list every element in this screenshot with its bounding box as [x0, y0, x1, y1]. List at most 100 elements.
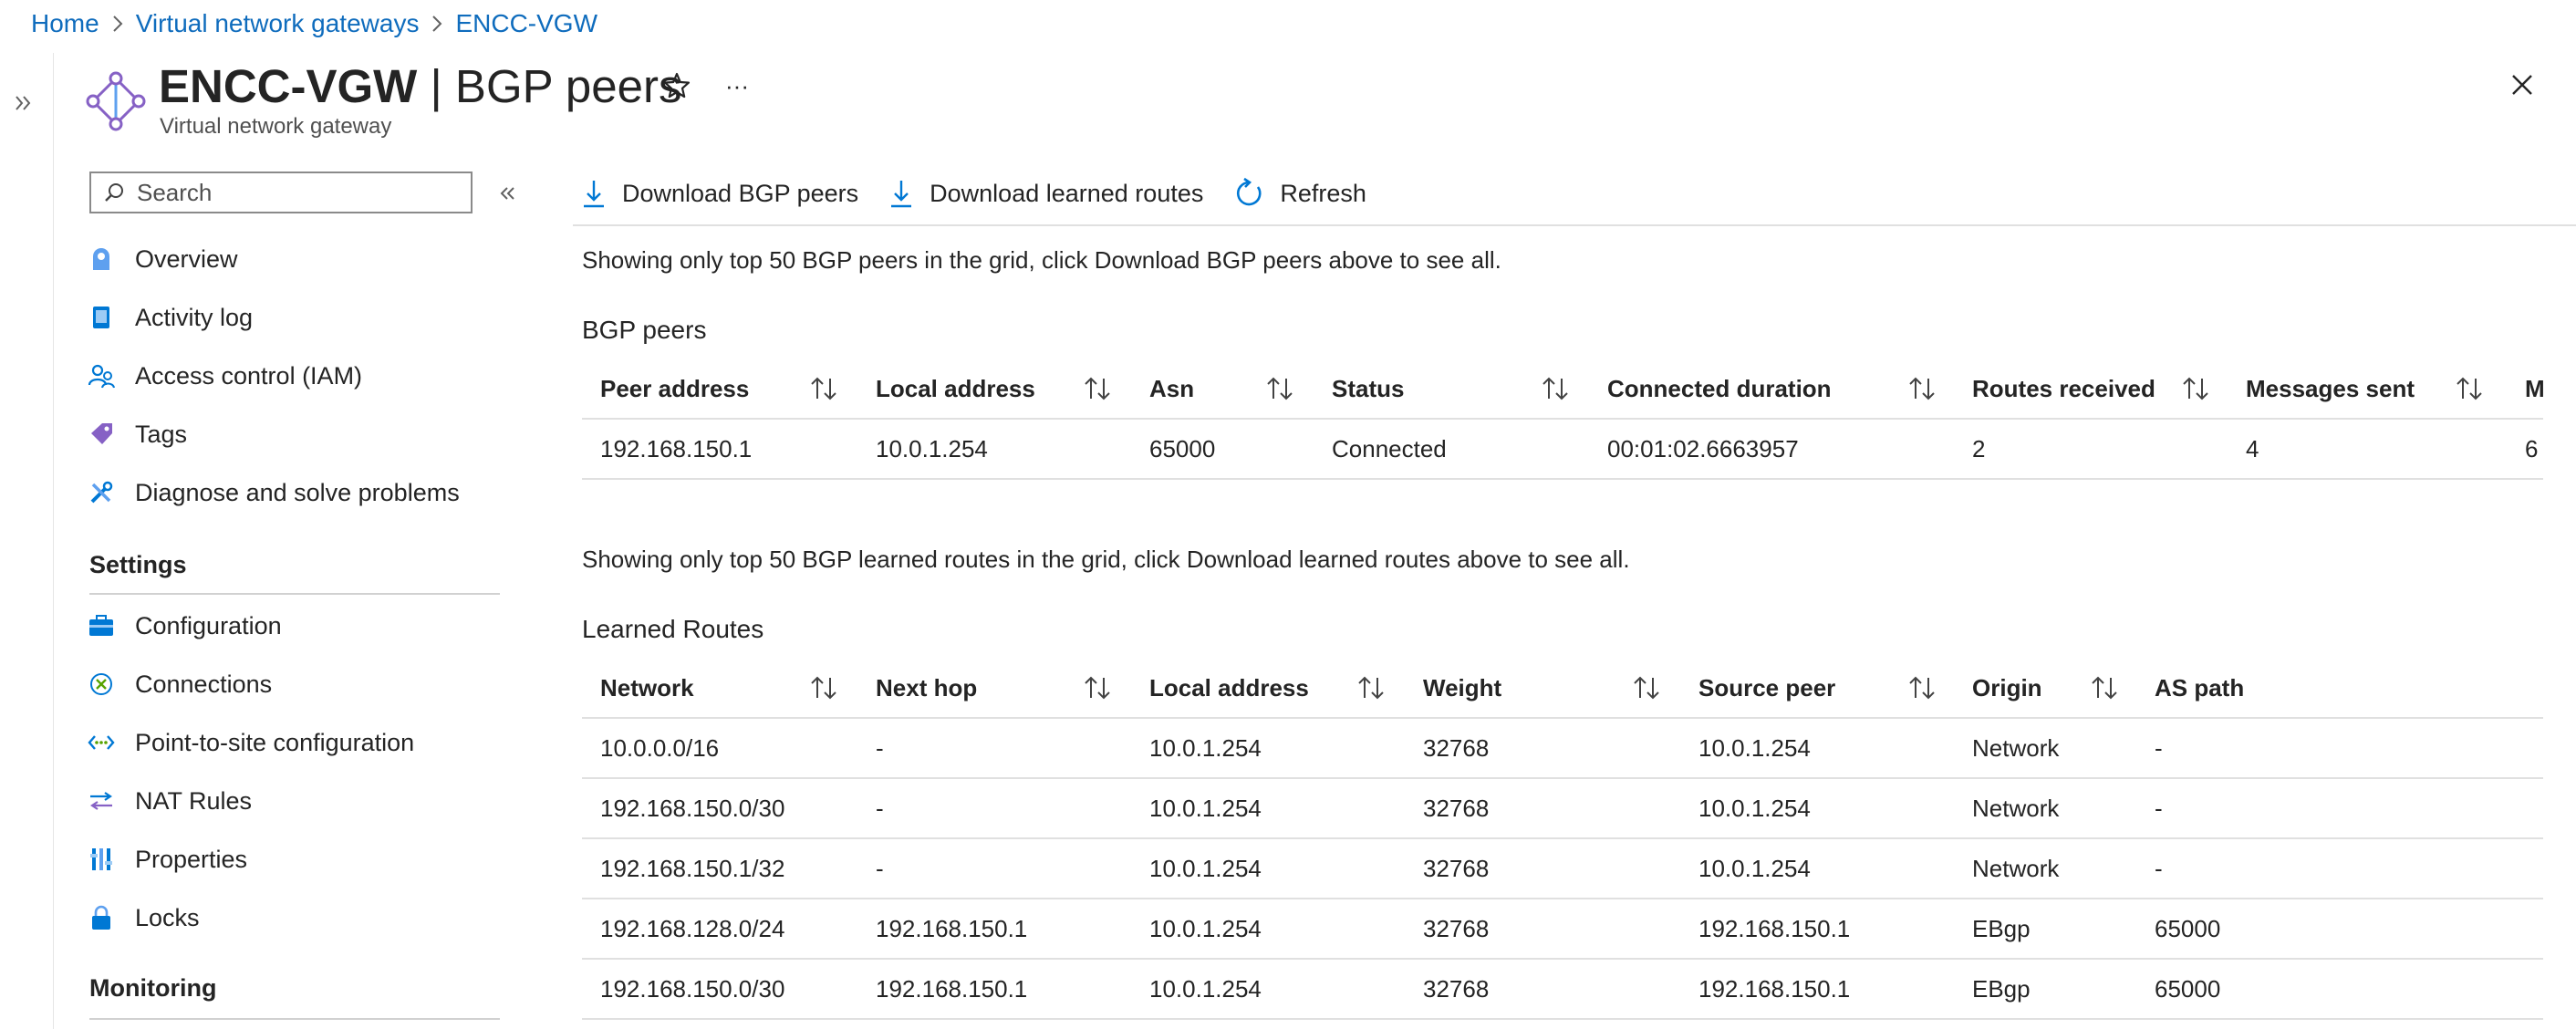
sort-icon[interactable]	[1540, 374, 1571, 403]
nav-item-tags[interactable]: Tags	[86, 409, 505, 460]
sort-icon[interactable]	[1082, 374, 1113, 403]
download-bgp-peers-button[interactable]: Download BGP peers	[580, 178, 858, 209]
sort-icon[interactable]	[2180, 374, 2211, 403]
refresh-label: Refresh	[1280, 179, 1366, 207]
nav-item-overview[interactable]: Overview	[86, 234, 505, 285]
breadcrumb-current[interactable]: ENCC-VGW	[455, 9, 597, 38]
column-header[interactable]: Source peer	[1680, 659, 1835, 717]
sort-icon[interactable]	[2454, 374, 2485, 403]
nav-item-locks[interactable]: Locks	[86, 892, 505, 943]
chevron-right-icon	[99, 10, 136, 37]
nav-item-label: Diagnose and solve problems	[135, 478, 460, 506]
more-options-icon[interactable]: ···	[721, 69, 753, 102]
sort-icon[interactable]	[808, 374, 839, 403]
table-row[interactable]: 10.0.0.0/16 - 10.0.1.254 32768 10.0.1.254 Net…	[582, 719, 2543, 779]
table-cell: 6	[2525, 435, 2539, 463]
p2s-icon	[86, 727, 117, 758]
table-cell: 32768	[1423, 975, 1490, 1003]
table-cell: Connected	[1332, 435, 1447, 463]
nat-icon	[86, 785, 117, 816]
nav-item-properties[interactable]: Properties	[86, 834, 505, 885]
sort-icon[interactable]	[1356, 673, 1387, 702]
refresh-button[interactable]: Refresh	[1232, 177, 1366, 210]
resource-name: ENCC-VGW	[159, 60, 418, 112]
nav-item-configuration[interactable]: Configuration	[86, 600, 505, 651]
sort-icon[interactable]	[1264, 374, 1295, 403]
nav-item-connections[interactable]: Connections	[86, 659, 505, 710]
title-separator: |	[417, 60, 455, 112]
nav-item-nat-rules[interactable]: NAT Rules	[86, 775, 505, 826]
table-cell: 10.0.1.254	[1698, 734, 1811, 762]
nav-item-diagnose[interactable]: Diagnose and solve problems	[86, 467, 505, 518]
sort-icon[interactable]	[1082, 673, 1113, 702]
table-cell: 32768	[1423, 734, 1490, 762]
search-icon	[105, 183, 123, 202]
table-row[interactable]: 192.168.150.0/30 - 10.0.1.254 32768 10.0.1.2…	[582, 779, 2543, 839]
table-cell: 32768	[1423, 915, 1490, 942]
nav-item-label: Point-to-site configuration	[135, 728, 415, 756]
column-header[interactable]: Me	[2507, 359, 2543, 418]
nav-search-box[interactable]	[89, 172, 473, 213]
wrench-icon	[86, 477, 117, 508]
table-cell: Network	[1972, 795, 2060, 822]
column-header[interactable]: Local address	[1131, 659, 1309, 717]
column-header[interactable]: Status	[1314, 359, 1404, 418]
download-learned-routes-button[interactable]: Download learned routes	[888, 178, 1203, 209]
table-row[interactable]: 192.168.150.0/30 192.168.150.1 10.0.1.254 3…	[582, 960, 2543, 1020]
table-cell: 192.168.150.0/30	[600, 795, 785, 822]
column-header[interactable]: Network	[582, 659, 694, 717]
column-header[interactable]: Weight	[1405, 659, 1501, 717]
download-learned-routes-label: Download learned routes	[930, 179, 1204, 207]
table-cell: -	[876, 795, 884, 822]
close-icon[interactable]	[2505, 68, 2540, 102]
table-cell: 65000	[2155, 975, 2221, 1003]
nav-item-iam[interactable]: Access control (IAM)	[86, 350, 505, 401]
blade-name: BGP peers	[454, 60, 682, 112]
column-header[interactable]: Peer address	[582, 359, 749, 418]
nav-item-activity-log[interactable]: Activity log	[86, 292, 505, 343]
nav-item-label: Properties	[135, 845, 248, 873]
table-cell: -	[2155, 734, 2163, 762]
search-input[interactable]	[135, 177, 440, 208]
nav-item-point-to-site[interactable]: Point-to-site configuration	[86, 717, 505, 768]
table-row[interactable]: 192.168.150.1/32 - 10.0.1.254 32768 10.0.1.2…	[582, 839, 2543, 899]
table-cell: 192.168.150.1	[1698, 975, 1851, 1003]
nav-item-label: Overview	[135, 244, 238, 273]
breadcrumb: Home Virtual network gateways ENCC-VGW	[31, 7, 597, 40]
table-cell: -	[876, 855, 884, 882]
nav-item-label: Activity log	[135, 303, 254, 331]
column-header[interactable]: Next hop	[857, 659, 977, 717]
collapse-menu-icon[interactable]	[493, 179, 522, 208]
table-cell: 10.0.1.254	[1149, 795, 1262, 822]
lock-icon	[86, 902, 117, 933]
table-cell: -	[876, 734, 884, 762]
page-subtitle: Virtual network gateway	[160, 114, 392, 139]
expand-menu-icon[interactable]	[9, 88, 40, 119]
column-header[interactable]: Asn	[1131, 359, 1194, 418]
sort-icon[interactable]	[1906, 374, 1937, 403]
table-row[interactable]: 192.168.128.0/24 192.168.150.1 10.0.1.254 3…	[582, 899, 2543, 960]
table-cell: 192.168.150.1	[1698, 915, 1851, 942]
breadcrumb-home[interactable]: Home	[31, 9, 99, 38]
iam-icon	[86, 360, 117, 391]
column-header[interactable]: Local address	[857, 359, 1035, 418]
sort-icon[interactable]	[2089, 673, 2120, 702]
favorite-star-icon[interactable]	[660, 69, 693, 102]
nav-item-label: Access control (IAM)	[135, 361, 363, 390]
column-header[interactable]: Origin	[1954, 659, 2042, 717]
table-cell: 65000	[1149, 435, 1216, 463]
column-header[interactable]: Routes received	[1954, 359, 2155, 418]
column-header[interactable]: AS path	[2136, 659, 2244, 717]
divider	[89, 1018, 500, 1020]
table-cell: 192.168.150.1	[600, 435, 753, 463]
column-header[interactable]: Messages sent	[2228, 359, 2415, 418]
sort-icon[interactable]	[808, 673, 839, 702]
column-header[interactable]: Connected duration	[1589, 359, 1832, 418]
table-cell: 192.168.150.1/32	[600, 855, 785, 882]
sort-icon[interactable]	[1906, 673, 1937, 702]
nav-item-label: NAT Rules	[135, 786, 253, 815]
sort-icon[interactable]	[1631, 673, 1662, 702]
table-row[interactable]: 192.168.150.1 10.0.1.254 65000 Connected 00:…	[582, 420, 2543, 480]
breadcrumb-virtual-network-gateways[interactable]: Virtual network gateways	[136, 9, 420, 38]
table-cell: 10.0.0.0/16	[600, 734, 720, 762]
